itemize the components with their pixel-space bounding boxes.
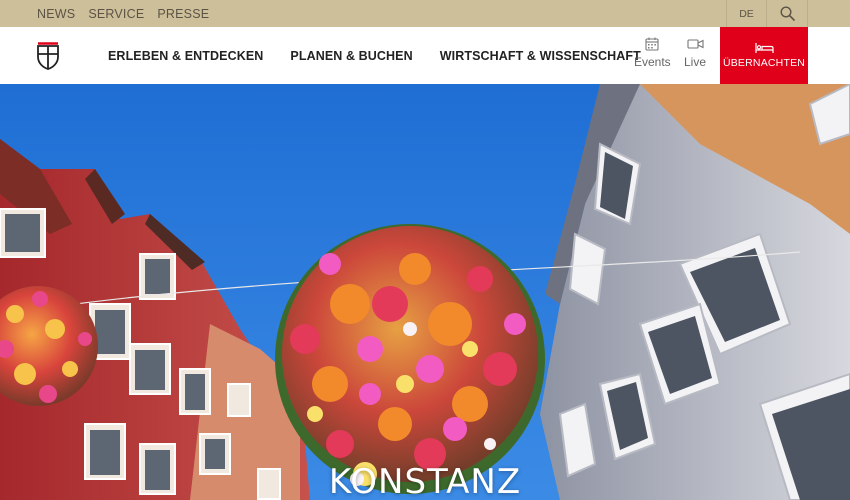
- language-selector[interactable]: DE: [726, 0, 766, 27]
- site-logo[interactable]: [36, 42, 60, 70]
- utility-nav: NEWS SERVICE PRESSE: [37, 0, 209, 27]
- live-label: Live: [684, 55, 707, 69]
- events-label: Events: [634, 55, 671, 69]
- hero-section: KONSTANZ: [0, 84, 850, 500]
- uebernachten-button[interactable]: ÜBERNACHTEN: [720, 27, 808, 84]
- search-icon: [779, 6, 795, 21]
- nav-erleben-entdecken[interactable]: ERLEBEN & ENTDECKEN: [108, 49, 263, 63]
- nav-planen-buchen[interactable]: PLANEN & BUCHEN: [290, 49, 412, 63]
- bed-icon: [754, 43, 774, 53]
- main-header: ERLEBEN & ENTDECKEN PLANEN & BUCHEN WIRT…: [0, 27, 850, 84]
- utility-link-service[interactable]: SERVICE: [88, 7, 144, 21]
- main-nav: ERLEBEN & ENTDECKEN PLANEN & BUCHEN WIRT…: [108, 27, 641, 84]
- search-button[interactable]: [766, 0, 808, 27]
- events-link[interactable]: Events: [634, 37, 671, 69]
- hero-title: KONSTANZ: [328, 462, 522, 500]
- live-link[interactable]: Live: [684, 37, 706, 69]
- nav-wirtschaft-wissenschaft[interactable]: WIRTSCHAFT & WISSENSCHAFT: [440, 49, 641, 63]
- video-camera-icon: [686, 39, 704, 49]
- utility-link-presse[interactable]: PRESSE: [157, 7, 209, 21]
- uebernachten-label: ÜBERNACHTEN: [722, 57, 806, 69]
- calendar-icon: [645, 37, 659, 51]
- utility-link-news[interactable]: NEWS: [37, 7, 75, 21]
- konstanz-coat-of-arms-icon: [37, 42, 59, 70]
- top-utility-bar: NEWS SERVICE PRESSE DE: [0, 0, 850, 27]
- hero-image: [0, 84, 850, 500]
